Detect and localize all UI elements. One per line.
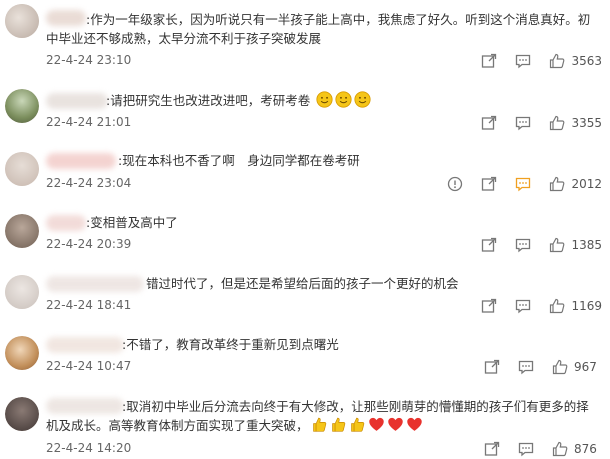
like-button[interactable]: 967	[552, 359, 602, 375]
share-icon	[482, 237, 497, 252]
share-icon	[482, 176, 497, 191]
like-icon	[550, 53, 565, 69]
share-icon	[484, 359, 500, 374]
heart-emoji	[387, 417, 403, 431]
reply-button[interactable]	[518, 359, 534, 375]
comment-actions: 876	[466, 439, 602, 459]
like-count: 1385	[571, 238, 602, 252]
like-count: 3355	[571, 116, 602, 130]
comment-icon	[516, 238, 531, 253]
comment-date: 22-4-24 18:41	[46, 298, 132, 312]
comment-text: :取消初中毕业后分流去向终于有大修改，让那些刚萌芽的懵懂期的孩子们有更多的择机及…	[46, 399, 589, 433]
like-icon	[550, 115, 565, 131]
share-icon	[482, 115, 497, 130]
like-count: 876	[574, 442, 597, 456]
reply-button[interactable]	[515, 53, 531, 69]
comment-date: 22-4-24 21:01	[46, 115, 132, 129]
comment-actions: 967	[466, 357, 602, 377]
share-button[interactable]	[481, 53, 497, 69]
comment-icon	[516, 54, 531, 69]
comment-icon	[516, 299, 531, 314]
like-button[interactable]: 1169	[549, 298, 602, 314]
comment-text: :变相普及高中了	[86, 215, 178, 230]
comment-text: :作为一年级家长，因为听说只有一半孩子能上高中，我焦虑了好久。听到这个消息真好。…	[46, 12, 591, 46]
thumbs-up-emoji	[331, 417, 345, 432]
share-icon	[482, 53, 497, 68]
reply-button[interactable]	[515, 298, 531, 314]
report-icon	[448, 176, 463, 192]
reply-button[interactable]	[515, 237, 531, 253]
like-button[interactable]: 876	[552, 441, 602, 457]
comment-text: :请把研究生也改进改进吧，考研考卷	[46, 91, 594, 110]
share-button[interactable]	[484, 441, 500, 457]
like-count: 1169	[571, 299, 602, 313]
share-icon	[484, 441, 500, 456]
report-button[interactable]	[447, 176, 463, 192]
comment-actions: 1385	[463, 235, 602, 255]
like-button[interactable]: 3355	[549, 115, 602, 131]
like-icon	[550, 176, 565, 192]
comment-date: 22-4-24 20:39	[46, 237, 132, 251]
smile-emoji	[316, 91, 333, 108]
thumbs-up-emoji	[350, 417, 364, 432]
avatar[interactable]	[5, 336, 39, 370]
comment-actions: 1169	[463, 296, 602, 316]
emoji-group	[314, 91, 371, 108]
like-button[interactable]: 3563	[549, 53, 602, 69]
comment-icon	[516, 177, 531, 192]
like-count: 3563	[571, 54, 602, 68]
like-button[interactable]: 2012	[549, 176, 602, 192]
like-count: 2012	[571, 177, 602, 191]
share-button[interactable]	[481, 176, 497, 192]
comment-actions: 3563	[463, 51, 602, 71]
like-icon	[552, 359, 568, 375]
comment-actions: 3355	[463, 113, 602, 133]
like-count: 967	[574, 360, 597, 374]
reply-button[interactable]	[518, 441, 534, 457]
reply-button[interactable]	[515, 115, 531, 131]
comment-icon	[518, 360, 534, 375]
comment-icon	[516, 116, 531, 131]
comment-date: 22-4-24 23:04	[46, 176, 132, 190]
like-icon	[552, 441, 568, 457]
comment-icon	[518, 442, 534, 457]
like-button[interactable]: 1385	[549, 237, 602, 253]
share-icon	[482, 298, 497, 313]
smile-emoji	[354, 91, 371, 108]
share-button[interactable]	[481, 298, 497, 314]
comment-actions: 2012	[429, 174, 602, 194]
share-button[interactable]	[481, 115, 497, 131]
avatar[interactable]	[5, 89, 39, 123]
avatar[interactable]	[5, 397, 39, 431]
share-button[interactable]	[484, 359, 500, 375]
comment-text: 错过时代了，但是还是希望给后面的孩子一个更好的机会	[146, 276, 459, 291]
comment-text: :不错了，教育改革终于重新见到点曙光	[122, 337, 339, 352]
comment-date: 22-4-24 14:20	[46, 441, 132, 455]
avatar[interactable]	[5, 152, 39, 186]
emoji-group	[309, 417, 423, 433]
avatar[interactable]	[5, 275, 39, 309]
smile-emoji	[335, 91, 352, 108]
reply-button[interactable]	[515, 176, 531, 192]
heart-emoji	[406, 417, 422, 431]
thumbs-up-emoji	[312, 417, 326, 432]
like-icon	[550, 298, 565, 314]
avatar[interactable]	[5, 214, 39, 248]
comment-date: 22-4-24 10:47	[46, 359, 132, 373]
comment-text: :现在本科也不香了啊 身边同学都在卷考研	[118, 153, 360, 168]
share-button[interactable]	[481, 237, 497, 253]
avatar[interactable]	[5, 4, 39, 38]
like-icon	[550, 237, 565, 253]
comment-date: 22-4-24 23:10	[46, 53, 132, 67]
heart-emoji	[368, 417, 384, 431]
